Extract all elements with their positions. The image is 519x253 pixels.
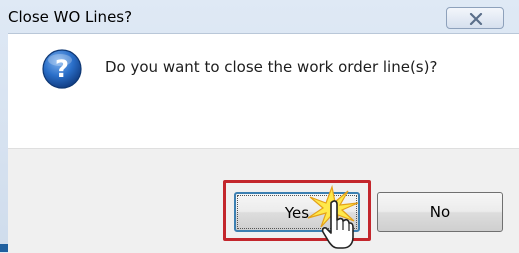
taskbar-edge [0,244,8,252]
close-icon [469,13,483,25]
dialog-message: Do you want to close the work order line… [105,58,438,76]
mouse-cursor-icon [321,200,354,249]
dialog-title: Close WO Lines? [8,8,133,26]
close-wo-lines-dialog: Close WO Lines? ? Do you want to close t… [0,0,519,253]
close-button[interactable] [446,7,504,29]
no-button-label: No [429,203,451,221]
title-bar[interactable]: Close WO Lines? [0,0,519,32]
svg-text:?: ? [55,55,69,83]
no-button[interactable]: No [377,192,503,232]
message-area [8,33,519,148]
question-icon: ? [42,49,82,89]
